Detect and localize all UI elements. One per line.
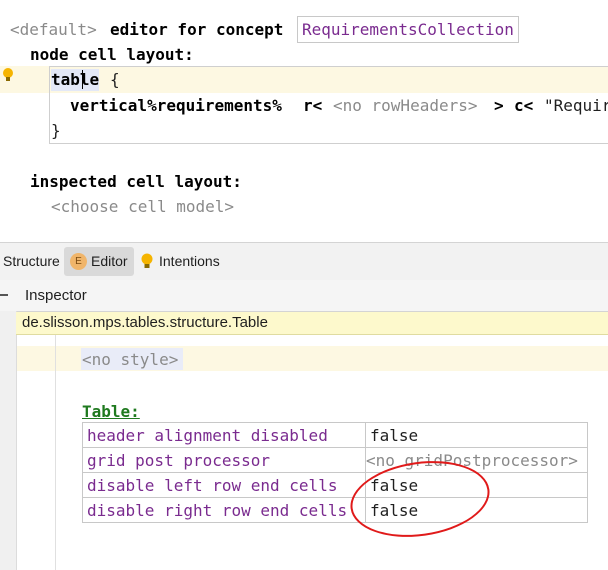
property-key: disable left row end cells (82, 472, 366, 498)
inspected-cell-layout-label: inspected cell layout: (30, 172, 242, 191)
editor-for-concept-label: editor for concept (110, 20, 284, 39)
properties-table: header alignment disabled false grid pos… (82, 422, 588, 523)
table-section-label: Table: (82, 402, 140, 421)
node-cell-layout-label: node cell layout: (30, 45, 194, 64)
lightbulb-icon (141, 253, 153, 268)
requirements-string: "Requir (544, 96, 608, 115)
inspector-title: Inspector (25, 287, 87, 304)
left-gutter (0, 311, 17, 570)
node-path-bar: de.slisson.mps.tables.structure.Table (16, 312, 608, 335)
row-definition[interactable]: vertical%requirements% (70, 96, 282, 115)
inspector-header: Inspector (0, 280, 608, 312)
default-tag: <default> (10, 20, 97, 39)
editor-pane[interactable]: <default> editor for concept Requirement… (0, 0, 608, 242)
text-caret (82, 70, 83, 89)
tab-editor[interactable]: E Editor (64, 247, 134, 276)
node-path: de.slisson.mps.tables.structure.Table (22, 314, 268, 331)
close-brace: } (51, 121, 61, 140)
table-row: grid post processor <no gridPostprocesso… (82, 447, 588, 473)
row-gt: > (494, 96, 504, 115)
property-key: header alignment disabled (82, 422, 366, 448)
concept-reference[interactable]: RequirementsCollection (297, 16, 519, 43)
no-style-placeholder[interactable]: <no style> (82, 350, 178, 369)
row-r-marker: r< (303, 96, 323, 115)
table-keyword[interactable]: table (51, 70, 99, 89)
table-row: disable left row end cells false (82, 472, 588, 498)
tab-structure[interactable]: Structure (3, 243, 60, 280)
lightbulb-icon[interactable] (2, 68, 14, 82)
table-row: disable right row end cells false (82, 497, 588, 523)
tool-window-tabs: Structure E Editor Intentions (0, 242, 608, 281)
open-brace: { (110, 70, 120, 89)
row-c-marker: c< (514, 96, 534, 115)
collapse-icon[interactable] (0, 294, 8, 297)
editor-e-icon: E (70, 253, 87, 270)
property-value[interactable]: false (365, 422, 588, 448)
property-key: grid post processor (82, 447, 366, 473)
table-row: header alignment disabled false (82, 422, 588, 448)
property-key: disable right row end cells (82, 497, 366, 523)
row-headers-placeholder[interactable]: <no rowHeaders> (333, 96, 478, 115)
choose-cell-model-placeholder[interactable]: <choose cell model> (51, 197, 234, 216)
tab-intentions[interactable]: Intentions (159, 243, 220, 280)
tab-editor-label: Editor (91, 253, 128, 269)
